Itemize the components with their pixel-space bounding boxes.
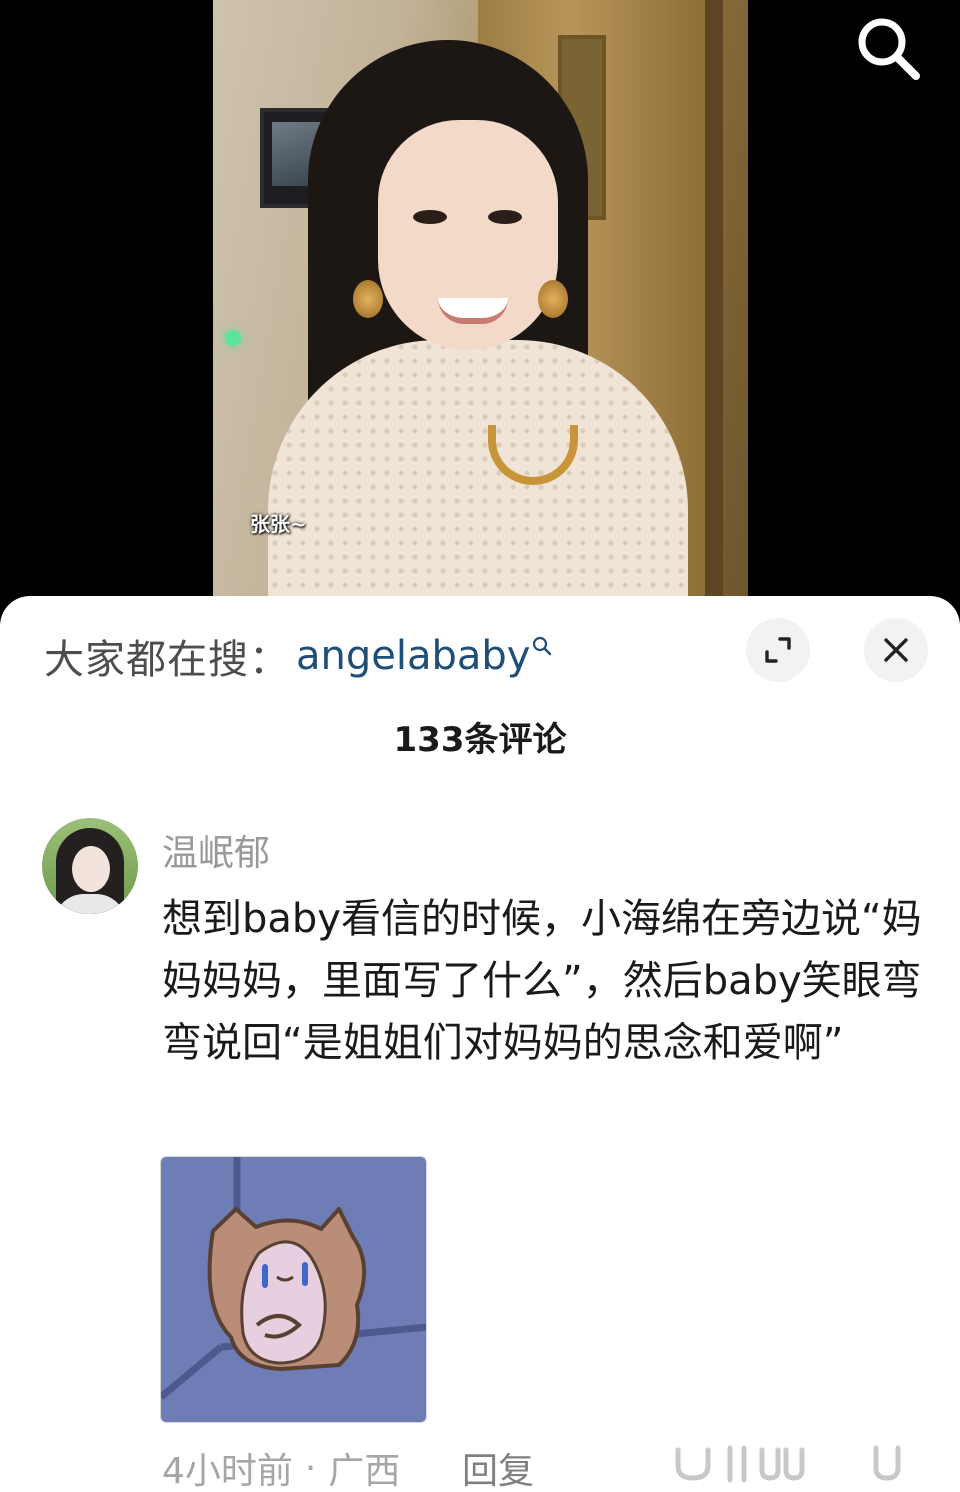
- search-small-icon: [533, 636, 552, 656]
- comment-sticker-image[interactable]: [160, 1156, 427, 1423]
- close-icon: [884, 638, 908, 662]
- video-caption: 张张~: [250, 512, 307, 536]
- hot-search-keyword[interactable]: angelababy: [296, 633, 530, 679]
- hot-search-bar[interactable]: 大家都在搜： angelababy: [44, 626, 552, 686]
- comment-location: 广西: [328, 1451, 401, 1492]
- video-player[interactable]: 张张~: [0, 0, 960, 620]
- door-frame: [705, 0, 723, 620]
- search-button[interactable]: [852, 12, 924, 84]
- video-frame[interactable]: 张张~: [213, 0, 748, 620]
- comment-action-button[interactable]: [722, 1444, 812, 1488]
- close-button[interactable]: [864, 618, 928, 682]
- earring-left: [353, 280, 383, 318]
- person-blouse: [268, 340, 688, 620]
- comment-count-title: 133条评论: [393, 720, 567, 760]
- avatar-face: [72, 846, 110, 892]
- hot-search-label: 大家都在搜：: [44, 637, 290, 683]
- expand-button[interactable]: [746, 618, 810, 682]
- earring-right: [538, 280, 568, 318]
- person-eye-left: [413, 210, 447, 224]
- search-icon: [858, 18, 920, 80]
- comment-username[interactable]: 温岷郁: [162, 824, 270, 876]
- avatar[interactable]: [42, 818, 138, 914]
- share-button[interactable]: [668, 1444, 718, 1488]
- like-button[interactable]: [862, 1444, 912, 1488]
- meta-separator: ·: [304, 1447, 317, 1489]
- green-light: [225, 330, 241, 346]
- like-icon: [873, 1445, 901, 1481]
- comment-text: 想到baby看信的时候，小海绵在旁边说“妈妈妈妈，里面写了什么”，然后baby笑…: [162, 896, 922, 1066]
- reply-button[interactable]: 回复: [462, 1442, 534, 1492]
- comment-meta: 4小时前 · 广西: [162, 1442, 400, 1492]
- comment-sheet: 大家都在搜： angelababy 133条评论 温岷郁 想到baby看信的时候…: [0, 596, 960, 1492]
- comment-time: 4小时前: [162, 1451, 293, 1492]
- crying-cat-sticker-icon: [161, 1157, 426, 1422]
- share-icon: [675, 1447, 711, 1481]
- person-eye-right: [488, 210, 522, 224]
- expand-icon: [765, 637, 791, 663]
- comment-icon: [727, 1445, 805, 1483]
